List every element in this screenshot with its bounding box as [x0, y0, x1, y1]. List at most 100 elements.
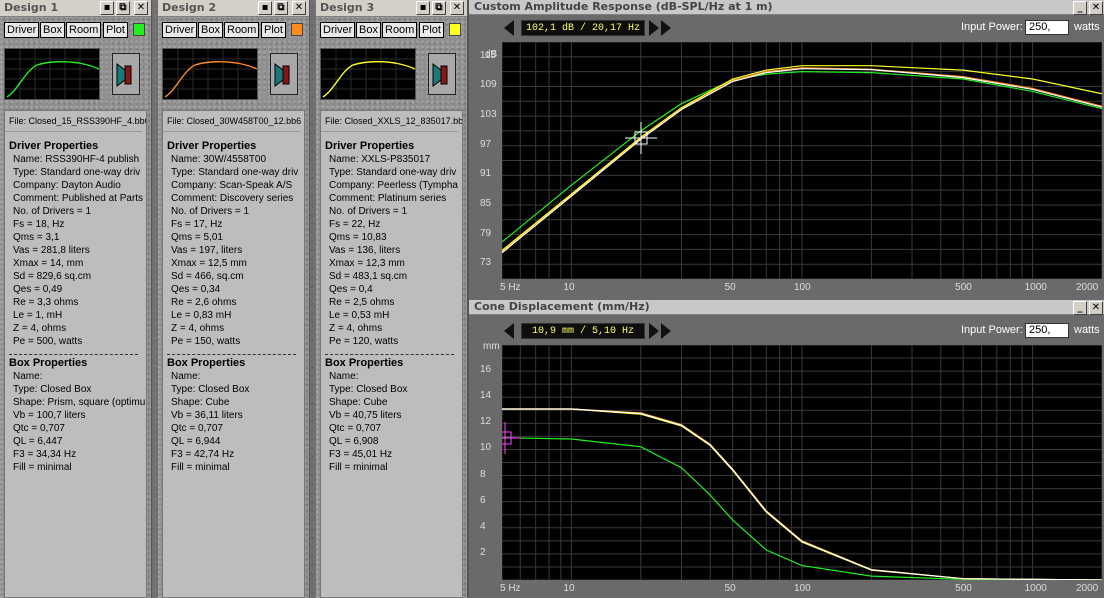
y-tick-label: 16	[480, 364, 492, 376]
close-button[interactable]: ✕	[292, 1, 306, 15]
driver-button[interactable]: Driver	[4, 22, 40, 38]
room-button[interactable]: Room	[66, 22, 102, 38]
box-properties-heading: Box Properties	[9, 357, 88, 369]
driver-property: Comment: Discovery series	[171, 193, 294, 204]
mini-response-thumbnail[interactable]	[320, 48, 416, 100]
file-name: File: Closed_15_RSS390HF_4.bb6	[5, 115, 146, 132]
speaker-box-icon[interactable]	[270, 53, 298, 95]
design-panel-3: Design 3 ▪ ⧉ ✕ Driver Box Room Plot File: Closed…	[316, 0, 468, 598]
driver-property: Sd = 466, sq.cm	[171, 271, 244, 282]
driver-property: Fs = 18, Hz	[13, 219, 65, 230]
displacement-chart[interactable]	[489, 344, 1103, 581]
save-button[interactable]: ▪	[258, 1, 272, 15]
close-button[interactable]: ✕	[134, 1, 148, 15]
driver-property: Qms = 10,83	[329, 232, 387, 243]
box-property: Fill = minimal	[13, 462, 72, 473]
x-tick-label: 5 Hz	[500, 583, 521, 594]
driver-property: Company: Peerless (Tympha	[329, 180, 458, 191]
room-button[interactable]: Room	[224, 22, 260, 38]
y-tick-label: 79	[480, 227, 492, 239]
next-fast-arrow-icon[interactable]	[661, 323, 671, 339]
y-tick-label: 12	[480, 416, 492, 428]
speaker-box-icon[interactable]	[112, 53, 140, 95]
driver-property: Pe = 150, watts	[171, 336, 241, 347]
spl-chart[interactable]	[501, 41, 1103, 280]
prev-arrow-icon[interactable]	[504, 20, 514, 36]
design-panel-2: Design 2 ▪ ⧉ ✕ Driver Box Room Plot File: Closed…	[158, 0, 310, 598]
input-power-field[interactable]: 250,	[1025, 323, 1069, 338]
driver-property: Le = 0,53 mH	[329, 310, 390, 321]
save-button[interactable]: ▪	[100, 1, 114, 15]
minimize-button[interactable]: _	[1073, 301, 1087, 315]
box-property: Vb = 40,75 liters	[329, 410, 402, 421]
spl-chart-svg[interactable]	[501, 41, 1103, 280]
x-tick-label: 50	[724, 583, 736, 594]
driver-property: Vas = 136, liters	[329, 245, 401, 256]
mini-response-thumbnail[interactable]	[162, 48, 258, 100]
driver-property: Qms = 3,1	[13, 232, 60, 243]
driver-property: Name: 30W/4558T00	[171, 154, 267, 165]
design-titlebar[interactable]: Design 2 ▪ ⧉ ✕	[158, 0, 309, 17]
driver-property: Pe = 500, watts	[13, 336, 83, 347]
box-property: QL = 6,447	[13, 436, 63, 447]
box-property: QL = 6,908	[329, 436, 379, 447]
plot-button[interactable]: Plot	[261, 22, 286, 38]
driver-property: Qes = 0,49	[13, 284, 63, 295]
mini-response-thumbnail[interactable]	[4, 48, 100, 100]
driver-property: Vas = 281,8 liters	[13, 245, 90, 256]
plot-color-swatch[interactable]	[133, 23, 145, 36]
box-button[interactable]: Box	[40, 22, 65, 38]
plot-color-swatch[interactable]	[291, 23, 303, 36]
driver-property: Z = 4, ohms	[13, 323, 67, 334]
design-titlebar[interactable]: Design 3 ▪ ⧉ ✕	[316, 0, 467, 17]
plot-button[interactable]: Plot	[419, 22, 444, 38]
room-button[interactable]: Room	[382, 22, 418, 38]
box-property: Type: Closed Box	[13, 384, 92, 395]
driver-button[interactable]: Driver	[320, 22, 356, 38]
next-arrow-icon[interactable]	[649, 20, 659, 36]
copy-button[interactable]: ⧉	[274, 1, 288, 15]
speaker-driver-icon	[432, 63, 448, 87]
driver-property: No. of Drivers = 1	[329, 206, 408, 217]
input-power-field[interactable]: 250,	[1025, 20, 1069, 35]
copy-button[interactable]: ⧉	[116, 1, 130, 15]
plot-button[interactable]: Plot	[103, 22, 128, 38]
speaker-driver-icon	[274, 63, 290, 87]
prev-arrow-icon[interactable]	[504, 323, 514, 339]
driver-property: Type: Standard one-way driv	[329, 167, 457, 178]
design-titlebar[interactable]: Design 1 ▪ ⧉ ✕	[0, 0, 151, 17]
crosshair-cursor-icon[interactable]	[625, 122, 657, 154]
close-button[interactable]: ✕	[1089, 301, 1103, 315]
design-title: Design 3	[320, 1, 375, 14]
next-arrow-icon[interactable]	[649, 323, 659, 339]
plot-color-swatch[interactable]	[449, 23, 461, 36]
driver-property: Xmax = 12,5 mm	[171, 258, 247, 269]
app-window: Design 1 ▪ ⧉ ✕ Driver Box Room Plot File: Closed…	[0, 0, 1104, 598]
displacement-chart-svg[interactable]	[489, 344, 1103, 581]
save-button[interactable]: ▪	[416, 1, 430, 15]
box-button[interactable]: Box	[198, 22, 223, 38]
minimize-button[interactable]: _	[1073, 1, 1087, 15]
box-property: F3 = 42,74 Hz	[171, 449, 235, 460]
driver-property: Vas = 197, liters	[171, 245, 243, 256]
close-button[interactable]: ✕	[450, 1, 464, 15]
next-fast-arrow-icon[interactable]	[661, 20, 671, 36]
design-info-panel: File: Closed_30W458T00_12.bb6 Driver Prop…	[162, 110, 305, 598]
driver-property: Name: XXLS-P835017	[329, 154, 431, 165]
box-button[interactable]: Box	[356, 22, 381, 38]
box-property: Vb = 36,11 liters	[171, 410, 243, 421]
x-tick-label: 1000	[1024, 583, 1047, 594]
driver-property: Pe = 120, watts	[329, 336, 399, 347]
disp-y-label: mm	[483, 341, 500, 352]
driver-button[interactable]: Driver	[162, 22, 198, 38]
speaker-box-icon[interactable]	[428, 53, 456, 95]
box-properties-heading: Box Properties	[167, 357, 246, 369]
box-property: Type: Closed Box	[329, 384, 408, 395]
copy-button[interactable]: ⧉	[432, 1, 446, 15]
box-property: Shape: Prism, square (optimu	[13, 397, 146, 408]
y-tick-label: 4	[480, 520, 486, 532]
x-tick-label: 10	[563, 583, 575, 594]
x-tick-label: 500	[955, 282, 972, 293]
close-button[interactable]: ✕	[1089, 1, 1103, 15]
box-property: Type: Closed Box	[171, 384, 250, 395]
